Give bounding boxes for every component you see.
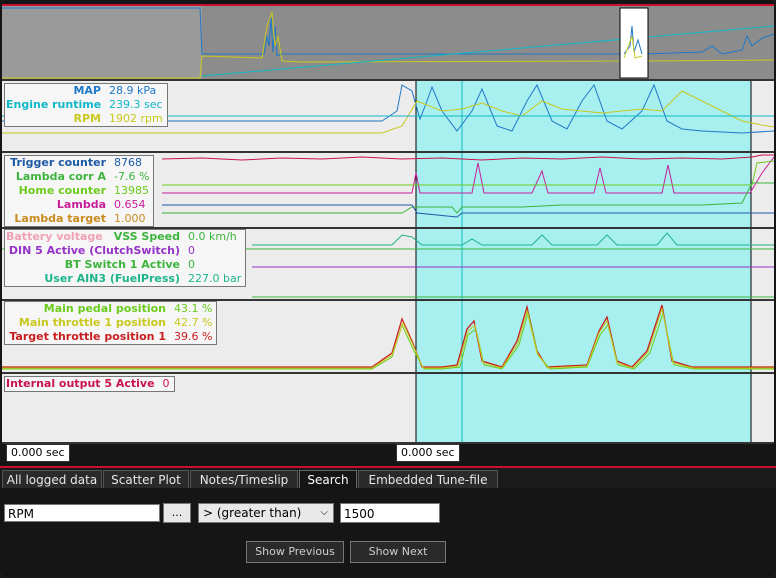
legend-row-rpm: RPM 1902 rpm bbox=[6, 112, 163, 126]
legend-row-lambda-target: Lambda target 1.000 bbox=[6, 212, 149, 226]
legend-label: User AIN3 (FuelPress) bbox=[44, 272, 180, 285]
legend-label: Target throttle position 1 bbox=[9, 330, 166, 343]
legend-label: Lambda bbox=[56, 198, 106, 211]
panel-2-legend: Trigger counter 8768 Lambda corr A -7.6 % … bbox=[4, 155, 155, 227]
selection-region bbox=[416, 229, 751, 299]
overview-strip[interactable] bbox=[2, 4, 775, 80]
panel-3-legend: Battery voltage VSS Speed 0.0 km/h DIN 5 … bbox=[4, 229, 247, 287]
threshold-input[interactable]: 1500 bbox=[340, 503, 440, 523]
overview-trace-cyan bbox=[201, 25, 775, 77]
graph-panel-2[interactable]: Trigger counter 8768 Lambda corr A -7.6 % … bbox=[2, 151, 774, 229]
legend-label: Trigger counter bbox=[10, 156, 106, 169]
legend-label: DIN 5 Active (ClutchSwitch) bbox=[8, 244, 180, 257]
selection-region bbox=[416, 153, 751, 227]
graph-panel-5[interactable]: Internal output 5 Active 0 bbox=[2, 372, 774, 444]
legend-label: Main pedal position bbox=[43, 302, 166, 315]
legend-value: 28.9 kPa bbox=[109, 84, 157, 97]
legend-value: 39.6 % bbox=[174, 330, 213, 343]
search-area: RPM ... > (greater than) ⌵ 1500 Show Pre… bbox=[0, 488, 776, 578]
chevron-down-icon: ⌵ bbox=[320, 507, 328, 518]
tab-embedded-tune-file[interactable]: Embedded Tune-file bbox=[358, 470, 498, 489]
panel-4-legend: Main pedal position 43.1 % Main throttle … bbox=[4, 301, 218, 345]
legend-label: BT Switch 1 Active bbox=[64, 258, 180, 271]
legend-row-internal-output-5: Internal output 5 Active 0 bbox=[6, 377, 170, 391]
legend-label: RPM bbox=[73, 112, 101, 125]
legend-row-fuel-press: User AIN3 (FuelPress) 227.0 bar bbox=[6, 272, 241, 286]
channel-field[interactable]: RPM bbox=[4, 504, 160, 522]
overview-graph bbox=[2, 6, 775, 80]
overview-shade bbox=[2, 6, 202, 80]
legend-value: 43.1 % bbox=[174, 302, 213, 315]
legend-label: MAP bbox=[73, 84, 101, 97]
legend-label: Lambda corr A bbox=[15, 170, 106, 183]
legend-row-vss-speed: VSS Speed 0.0 km/h bbox=[6, 230, 241, 244]
panel-5-legend: Internal output 5 Active 0 bbox=[4, 376, 175, 392]
legend-row-din5: DIN 5 Active (ClutchSwitch) 0 bbox=[6, 244, 241, 258]
graph-panel-1[interactable]: MAP 28.9 kPa Engine runtime 239.3 sec RPM 1… bbox=[2, 79, 774, 153]
selection-region bbox=[416, 374, 751, 442]
legend-value: 0 bbox=[188, 258, 195, 271]
legend-label: Internal output 5 Active bbox=[6, 377, 155, 390]
legend-row-home-counter: Home counter 13985 bbox=[6, 184, 149, 198]
legend-value: 8768 bbox=[114, 156, 142, 169]
legend-value: -7.6 % bbox=[114, 170, 150, 183]
legend-value: 0 bbox=[188, 244, 195, 257]
legend-value: 0 bbox=[162, 377, 170, 390]
legend-value: 0.654 bbox=[114, 198, 146, 211]
legend-value: 0.0 km/h bbox=[188, 230, 237, 243]
channel-browse-button[interactable]: ... bbox=[163, 503, 191, 523]
overview-window-marker[interactable] bbox=[619, 7, 649, 79]
operator-select-value: > (greater than) bbox=[203, 506, 302, 520]
log-viewer-window: MAP 28.9 kPa Engine runtime 239.3 sec RPM 1… bbox=[0, 0, 776, 578]
tab-notes-timeslip[interactable]: Notes/Timeslip bbox=[190, 470, 298, 489]
tab-scatter-plot[interactable]: Scatter Plot bbox=[103, 470, 189, 489]
show-next-button[interactable]: Show Next bbox=[350, 541, 446, 563]
operator-select[interactable]: > (greater than) ⌵ bbox=[198, 503, 334, 523]
graph-panel-3[interactable]: Battery voltage VSS Speed 0.0 km/h DIN 5 … bbox=[2, 227, 774, 301]
legend-value: 1902 rpm bbox=[109, 112, 163, 125]
legend-label: Lambda target bbox=[14, 212, 106, 225]
legend-row-main-pedal: Main pedal position 43.1 % bbox=[6, 302, 213, 316]
tab-all-logged-data[interactable]: All logged data bbox=[2, 470, 102, 489]
tab-search[interactable]: Search bbox=[299, 470, 357, 489]
legend-value: 42.7 % bbox=[174, 316, 213, 329]
tab-bar: All logged data Scatter Plot Notes/Times… bbox=[0, 466, 776, 490]
time-cursor-box: 0.000 sec bbox=[396, 444, 460, 462]
legend-label: Engine runtime bbox=[6, 98, 102, 111]
legend-row-engine-runtime: Engine runtime 239.3 sec bbox=[6, 98, 163, 112]
legend-row-lambda-corr-a: Lambda corr A -7.6 % bbox=[6, 170, 150, 184]
legend-label: Main throttle 1 position bbox=[18, 316, 166, 329]
legend-row-map: MAP 28.9 kPa bbox=[6, 84, 163, 98]
legend-row-bt-switch: BT Switch 1 Active 0 bbox=[6, 258, 241, 272]
legend-row-target-throttle: Target throttle position 1 39.6 % bbox=[6, 330, 212, 344]
legend-value: 13985 bbox=[114, 184, 149, 197]
graph-panel-4[interactable]: Main pedal position 43.1 % Main throttle … bbox=[2, 299, 774, 375]
legend-label: VSS Speed bbox=[113, 230, 180, 243]
legend-value: 227.0 bar bbox=[188, 272, 242, 285]
time-start-box: 0.000 sec bbox=[6, 444, 70, 462]
legend-label: Home counter bbox=[18, 184, 106, 197]
legend-row-trigger-counter: Trigger counter 8768 bbox=[6, 156, 149, 170]
legend-row-main-throttle: Main throttle 1 position 42.7 % bbox=[6, 316, 213, 330]
legend-row-lambda: Lambda 0.654 bbox=[6, 198, 149, 212]
panel-1-legend: MAP 28.9 kPa Engine runtime 239.3 sec RPM 1… bbox=[4, 83, 168, 127]
legend-value: 239.3 sec bbox=[109, 98, 163, 111]
legend-value: 1.000 bbox=[114, 212, 146, 225]
show-previous-button[interactable]: Show Previous bbox=[246, 541, 344, 563]
